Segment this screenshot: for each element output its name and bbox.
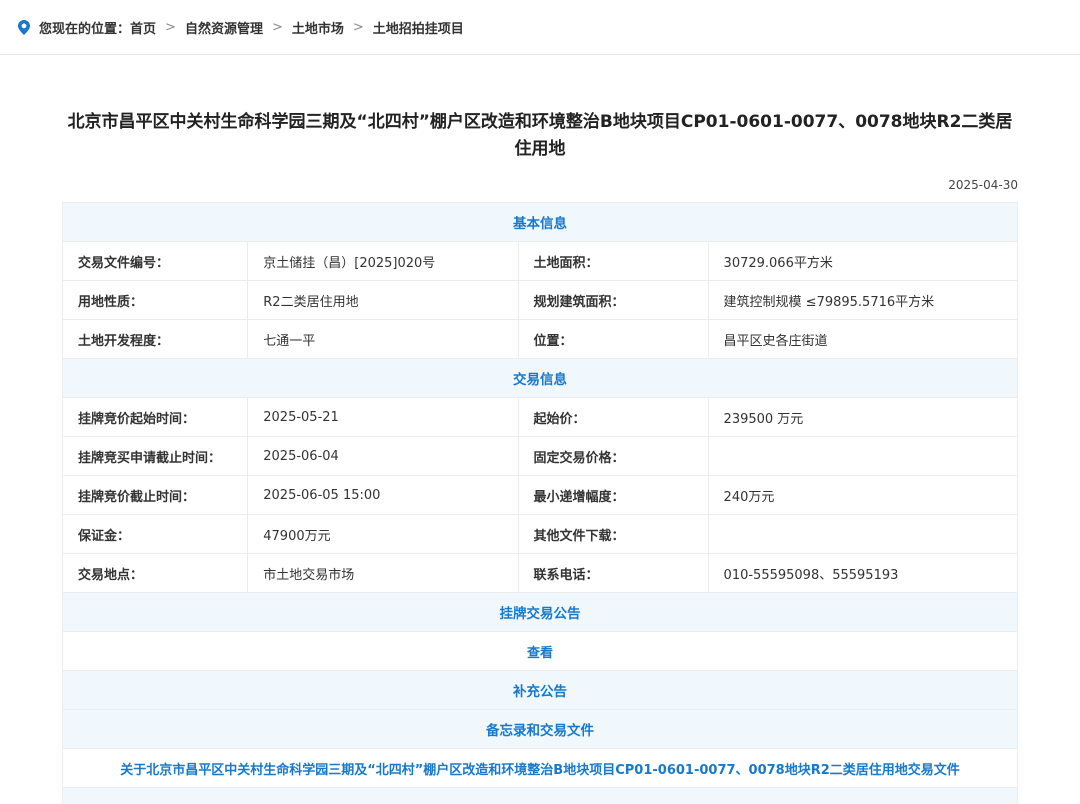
breadcrumb-prefix: 您现在的位置： <box>39 18 130 37</box>
field-value: 2025-05-21 <box>248 398 518 437</box>
content-container: 北京市昌平区中关村生命科学园三期及“北四村”棚户区改造和环境整治B地块项目CP0… <box>62 109 1018 804</box>
field-label: 规划建筑面积： <box>518 281 708 320</box>
table-row: 关于北京市昌平区中关村生命科学园三期及“北四村”棚户区改造和环境整治B地块项目C… <box>63 749 1018 788</box>
field-value <box>708 437 1017 476</box>
field-value: 昌平区史各庄街道 <box>708 320 1017 359</box>
field-value: 七通一平 <box>248 320 518 359</box>
breadcrumb-item-land-market[interactable]: 土地市场 <box>292 18 344 37</box>
table-row: 挂牌竞价起始时间： 2025-05-21 起始价： 239500 万元 <box>63 398 1018 437</box>
field-label: 挂牌竞价起始时间： <box>63 398 248 437</box>
table-row: 挂牌竞买申请截止时间： 2025-06-04 固定交易价格： <box>63 437 1018 476</box>
page-title: 北京市昌平区中关村生命科学园三期及“北四村”棚户区改造和环境整治B地块项目CP0… <box>62 109 1018 163</box>
publish-date: 2025-04-30 <box>62 178 1018 192</box>
field-value: 240万元 <box>708 476 1017 515</box>
location-pin-icon <box>18 20 30 35</box>
table-row: 交易信息 <box>63 359 1018 398</box>
field-value: 47900万元 <box>248 515 518 554</box>
section-header-basic-info: 基本信息 <box>63 203 1018 242</box>
table-row: 补充公告 <box>63 671 1018 710</box>
table-row: 土地开发程度： 七通一平 位置： 昌平区史各庄街道 <box>63 320 1018 359</box>
field-label: 联系电话： <box>518 554 708 593</box>
table-row: 查看 <box>63 632 1018 671</box>
breadcrumb-item-land-listing-projects[interactable]: 土地招拍挂项目 <box>373 18 464 37</box>
field-label: 用地性质： <box>63 281 248 320</box>
table-row: 用地性质： R2二类居住用地 规划建筑面积： 建筑控制规模 ≤79895.571… <box>63 281 1018 320</box>
field-label: 其他文件下载： <box>518 515 708 554</box>
transaction-document-link[interactable]: 关于北京市昌平区中关村生命科学园三期及“北四村”棚户区改造和环境整治B地块项目C… <box>63 749 1018 788</box>
field-value: 2025-06-05 15:00 <box>248 476 518 515</box>
field-value: 京土储挂（昌）[2025]020号 <box>248 242 518 281</box>
field-label: 交易地点： <box>63 554 248 593</box>
section-header-supplementary-announcement: 补充公告 <box>63 671 1018 710</box>
field-label: 土地开发程度： <box>63 320 248 359</box>
section-header-transaction-info: 交易信息 <box>63 359 1018 398</box>
field-label: 固定交易价格： <box>518 437 708 476</box>
field-label: 保证金： <box>63 515 248 554</box>
field-label: 位置： <box>518 320 708 359</box>
field-value: R2二类居住用地 <box>248 281 518 320</box>
field-label: 最小递增幅度： <box>518 476 708 515</box>
breadcrumb-separator: > <box>353 20 364 35</box>
section-header-partial <box>63 788 1018 804</box>
breadcrumb: 您现在的位置： 首页 > 自然资源管理 > 土地市场 > 土地招拍挂项目 <box>0 0 1080 55</box>
land-parcel-info-table: 基本信息 交易文件编号： 京土储挂（昌）[2025]020号 土地面积： 307… <box>62 202 1018 804</box>
table-row: 挂牌交易公告 <box>63 593 1018 632</box>
breadcrumb-item-home[interactable]: 首页 <box>130 18 156 37</box>
section-header-listing-announcement: 挂牌交易公告 <box>63 593 1018 632</box>
field-value <box>708 515 1017 554</box>
table-row: 挂牌竞价截止时间： 2025-06-05 15:00 最小递增幅度： 240万元 <box>63 476 1018 515</box>
table-row: 基本信息 <box>63 203 1018 242</box>
view-announcement-link[interactable]: 查看 <box>63 632 1018 671</box>
field-value: 市土地交易市场 <box>248 554 518 593</box>
table-row: 备忘录和交易文件 <box>63 710 1018 749</box>
field-value: 239500 万元 <box>708 398 1017 437</box>
field-label: 挂牌竞买申请截止时间： <box>63 437 248 476</box>
table-row: 交易地点： 市土地交易市场 联系电话： 010-55595098、5559519… <box>63 554 1018 593</box>
breadcrumb-separator: > <box>272 20 283 35</box>
table-row <box>63 788 1018 804</box>
field-label: 交易文件编号： <box>63 242 248 281</box>
table-row: 交易文件编号： 京土储挂（昌）[2025]020号 土地面积： 30729.06… <box>63 242 1018 281</box>
breadcrumb-separator: > <box>165 20 176 35</box>
field-value: 30729.066平方米 <box>708 242 1017 281</box>
field-value: 2025-06-04 <box>248 437 518 476</box>
field-value: 建筑控制规模 ≤79895.5716平方米 <box>708 281 1017 320</box>
field-label: 起始价： <box>518 398 708 437</box>
field-value: 010-55595098、55595193 <box>708 554 1017 593</box>
field-label: 土地面积： <box>518 242 708 281</box>
field-label: 挂牌竞价截止时间： <box>63 476 248 515</box>
breadcrumb-item-natural-resources[interactable]: 自然资源管理 <box>185 18 263 37</box>
table-row: 保证金： 47900万元 其他文件下载： <box>63 515 1018 554</box>
section-header-memo-and-documents: 备忘录和交易文件 <box>63 710 1018 749</box>
